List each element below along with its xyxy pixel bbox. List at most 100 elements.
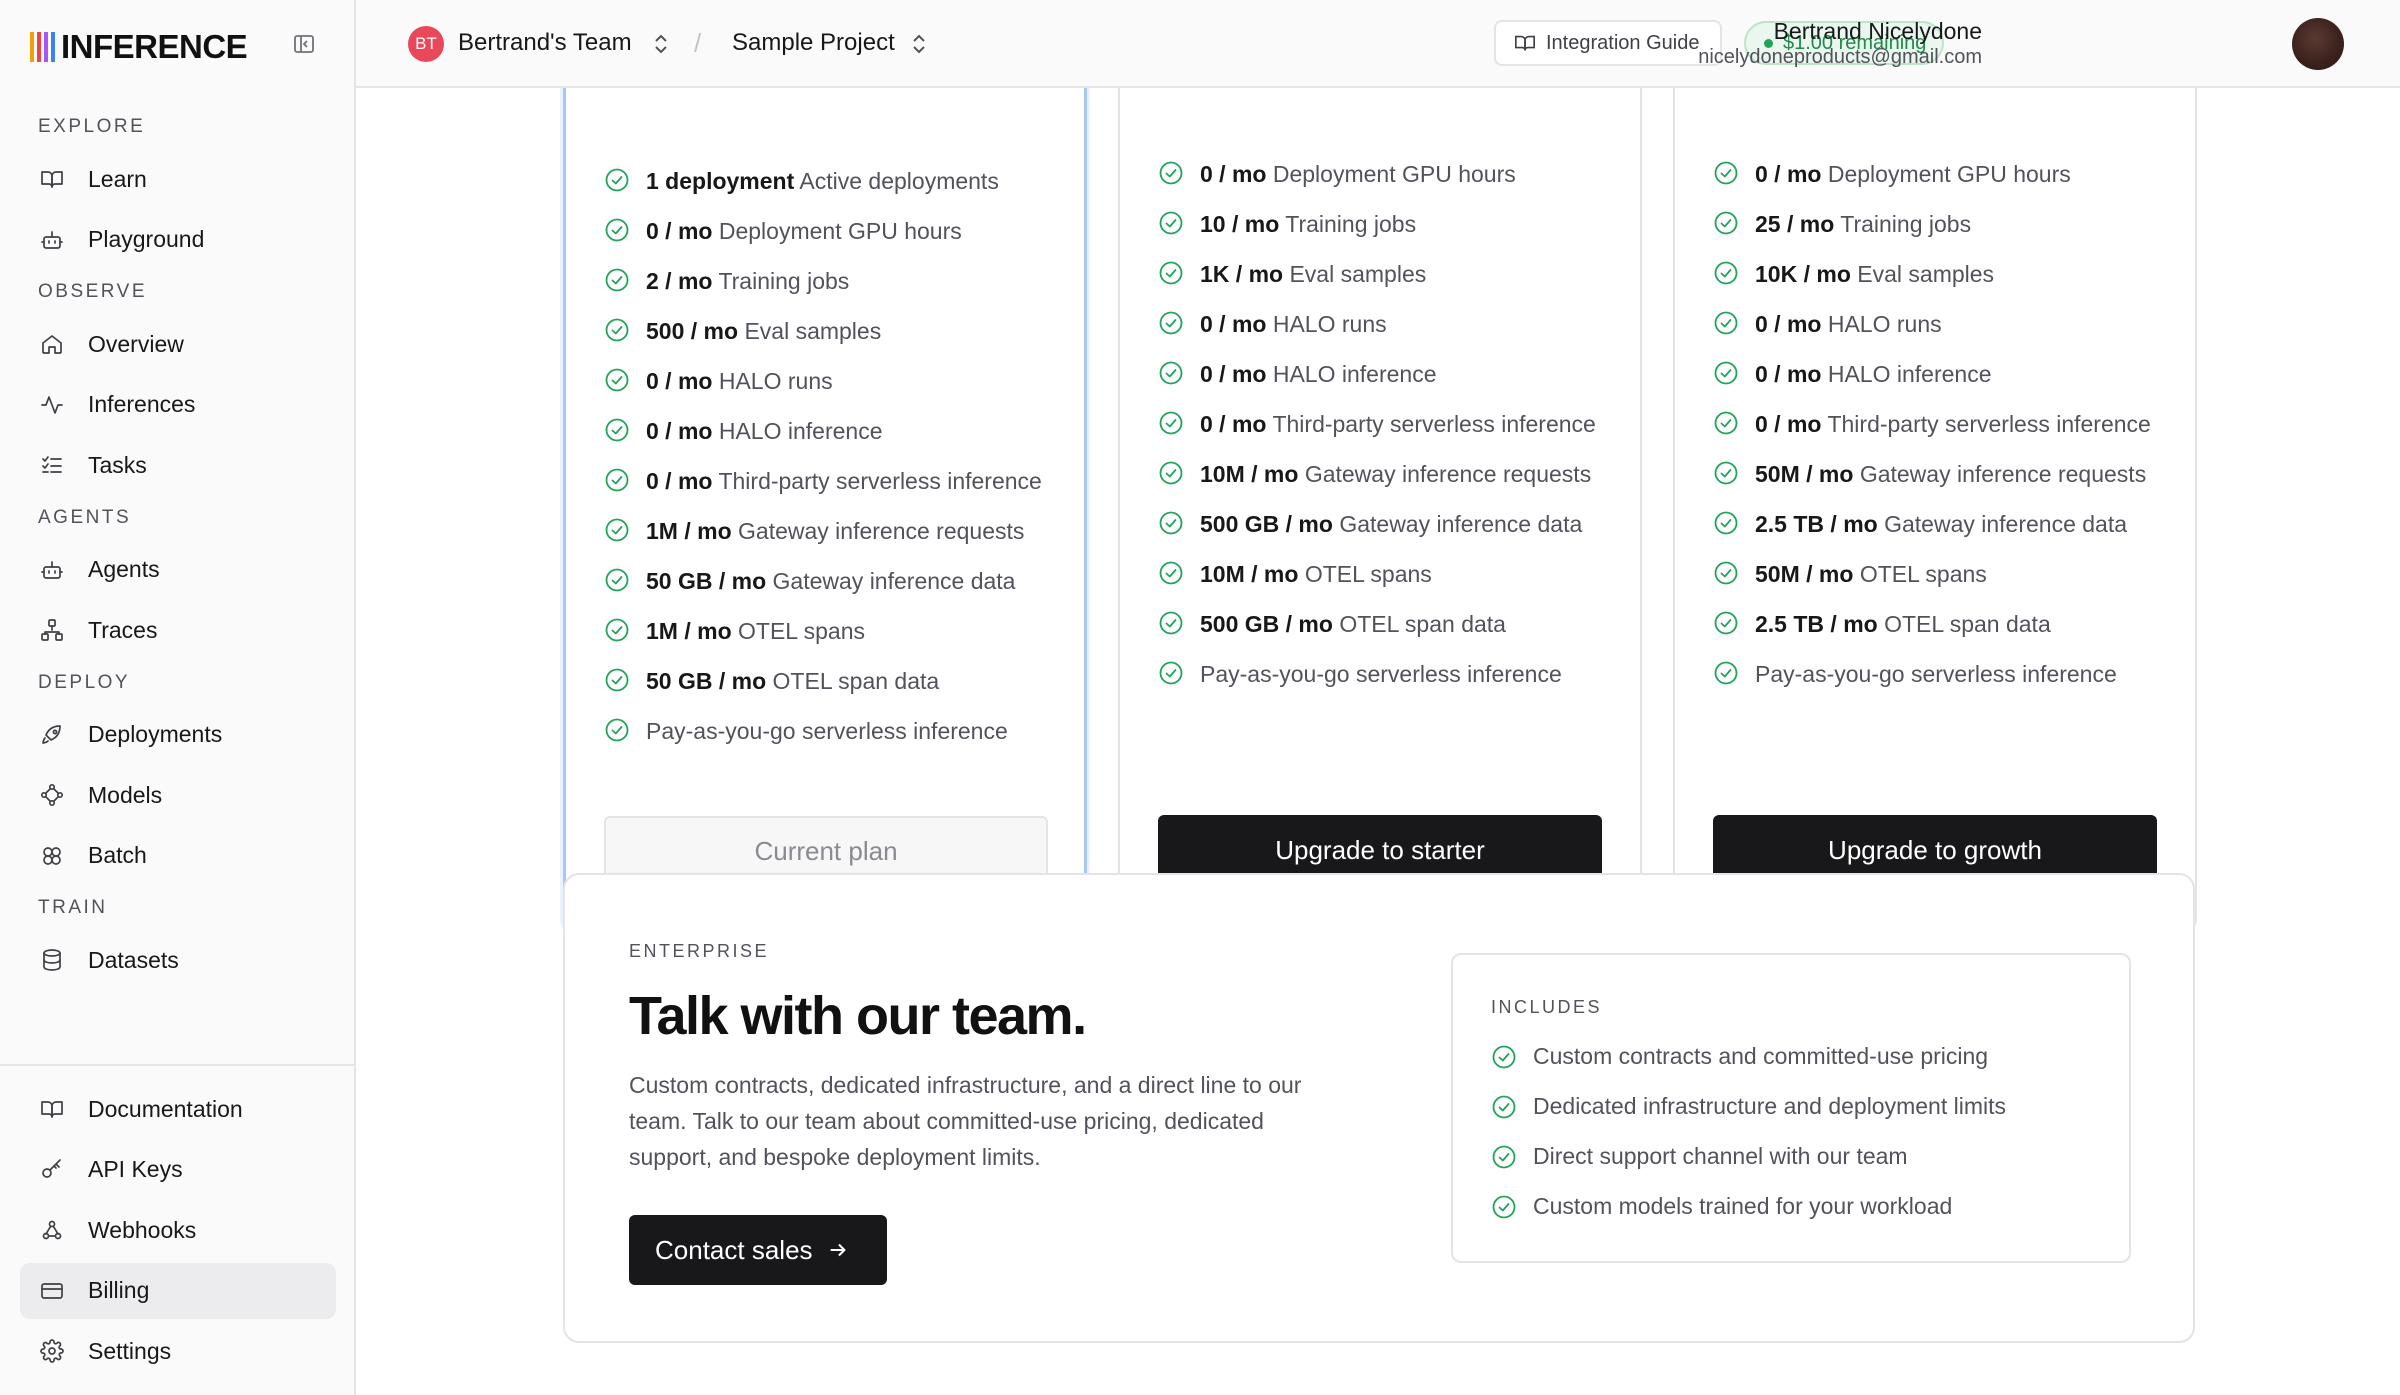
includes-item: Custom models trained for your workload [1491,1193,1952,1220]
logo[interactable]: INFERENCE [30,28,248,66]
project-switcher[interactable]: Sample Project [732,29,895,57]
sidebar-item-inferences[interactable]: Inferences [20,377,336,433]
plan-feature-text: 10M / mo OTEL spans [1200,559,1432,590]
plan-feature: Pay-as-you-go serverless inference [604,716,1044,747]
logo-bar [51,32,55,62]
sidebar-item-billing[interactable]: Billing [20,1262,336,1319]
check-circle-icon [1713,610,1739,636]
plan-feature-label: OTEL span data [1884,611,2051,637]
contact-sales-button[interactable]: Contact sales [629,1215,887,1285]
sidebar-item-tasks[interactable]: Tasks [20,437,336,493]
team-switcher[interactable]: Bertrand's Team [458,29,632,57]
plan-feature: 10 / mo Training jobs [1158,209,1598,240]
plan-feature-label: Third-party serverless inference [1827,411,2151,437]
integration-guide-button[interactable]: Integration Guide [1494,20,1722,66]
sidebar-item-batch[interactable]: Batch [20,828,336,884]
plan-feature-quota: 0 / mo [1755,411,1822,437]
plan-feature-text: Pay-as-you-go serverless inference [646,716,1008,747]
includes-item-text: Custom contracts and committed-use prici… [1533,1043,1989,1069]
includes-box: INCLUDES Custom contracts and committed-… [1451,953,2131,1263]
check-circle-icon [1158,510,1184,536]
collapse-sidebar-button[interactable] [288,28,320,60]
logo-text: INFERENCE [61,28,248,65]
sidebar-item-settings[interactable]: Settings [20,1323,336,1379]
plan-feature-quota: 0 / mo [646,418,713,444]
sidebar-item-label: Billing [88,1277,150,1303]
plan-feature-text: Pay-as-you-go serverless inference [1755,659,2117,690]
includes-item-text: Dedicated infrastructure and deployment … [1533,1093,2007,1119]
check-circle-icon [604,317,630,343]
plan-feature-text: 0 / mo Third-party serverless inference [646,466,1042,497]
plan-feature-label: Gateway inference data [772,568,1016,594]
plan-feature-label: Eval samples [1857,261,1995,287]
logo-bar [30,32,34,62]
plan-feature-text: Pay-as-you-go serverless inference [1200,659,1562,690]
plan-feature: 50M / mo OTEL spans [1713,559,2153,590]
sidebar-item-datasets[interactable]: Datasets [20,932,336,988]
plan-feature-text: 500 GB / mo OTEL span data [1200,609,1506,640]
includes-item: Custom contracts and committed-use prici… [1491,1043,1988,1070]
user-avatar[interactable] [2292,18,2344,70]
plan-feature-text: 2 / mo Training jobs [646,266,849,297]
project-chevron-icon[interactable] [908,30,930,58]
sidebar-item-traces[interactable]: Traces [20,602,336,658]
sidebar-item-deployments[interactable]: Deployments [20,707,336,763]
plan-feature-quota: 500 GB / mo [1200,611,1333,637]
user-email: nicelydoneproducts@gmail.com [1698,46,1982,68]
plan-feature-label: HALO inference [1272,361,1437,387]
check-circle-icon [1713,410,1739,436]
sidebar-section-train: TRAIN [38,897,108,918]
robot-icon [38,226,66,254]
plan-feature-quota: 0 / mo [1755,161,1822,187]
sidebar-item-models[interactable]: Models [20,767,336,823]
plan-feature: 50M / mo Gateway inference requests [1713,459,2153,490]
plan-feature-label: OTEL span data [1339,611,1506,637]
plan-feature-text: 0 / mo Third-party serverless inference [1755,409,2151,440]
sidebar-item-label: API Keys [88,1156,183,1182]
plan-feature-text: 0 / mo HALO runs [1200,309,1387,340]
plan-feature: 500 GB / mo OTEL span data [1158,609,1598,640]
sidebar-item-webhooks[interactable]: Webhooks [20,1202,336,1258]
check-circle-icon [1158,610,1184,636]
check-circle-icon [1713,210,1739,236]
sidebar-section-observe: OBSERVE [38,281,148,302]
sidebar-item-learn[interactable]: Learn [20,151,336,207]
plan-feature-quota: 10 / mo [1200,211,1280,237]
check-circle-icon [1158,160,1184,186]
check-circle-icon [1158,660,1184,686]
sidebar-section-explore: EXPLORE [38,116,146,137]
plan-feature-text: 500 GB / mo Gateway inference data [1200,509,1582,540]
plan-feature-text: 1M / mo OTEL spans [646,616,865,647]
check-circle-icon [604,717,630,743]
team-chevron-icon[interactable] [650,30,672,58]
sidebar-item-label: Overview [88,330,184,357]
sidebar-item-playground[interactable]: Playground [20,212,336,268]
sidebar-item-overview[interactable]: Overview [20,316,336,372]
breadcrumb-separator: / [694,28,702,58]
enterprise-card: ENTERPRISE Talk with our team. Custom co… [563,873,2195,1343]
check-circle-icon [604,667,630,693]
plan-feature-quota: 0 / mo [1200,361,1267,387]
team-avatar[interactable]: BT [408,26,444,62]
plan-feature: 2.5 TB / mo OTEL span data [1713,609,2153,640]
plan-feature-label: HALO runs [1827,311,1942,337]
plan-feature-text: 50M / mo Gateway inference requests [1755,459,2146,490]
sidebar-item-agents[interactable]: Agents [20,542,336,598]
database-icon [38,946,66,974]
sidebar-item-api-keys[interactable]: API Keys [20,1142,336,1198]
plan-feature-quota: 0 / mo [1200,311,1267,337]
logo-bar [44,32,48,62]
sidebar-item-label: Tasks [88,451,147,478]
plan-card: 0 / mo Deployment GPU hours 25 / mo Train… [1673,88,2197,935]
sidebar-item-label: Deployments [88,721,223,747]
activity-icon [38,391,66,419]
webhook-icon [38,1216,66,1244]
plan-feature-label: Deployment GPU hours [718,218,962,244]
plan-feature: 1M / mo Gateway inference requests [604,516,1044,547]
plan-feature: 10K / mo Eval samples [1713,259,2153,290]
sidebar-item-label: Playground [88,226,205,252]
plan-card: 1 deployment Active deployments 0 / mo De… [563,88,1087,935]
plan-feature-label: OTEL spans [738,618,865,644]
sidebar-item-documentation[interactable]: Documentation [20,1081,336,1137]
includes-item-text: Custom models trained for your workload [1533,1193,1953,1219]
